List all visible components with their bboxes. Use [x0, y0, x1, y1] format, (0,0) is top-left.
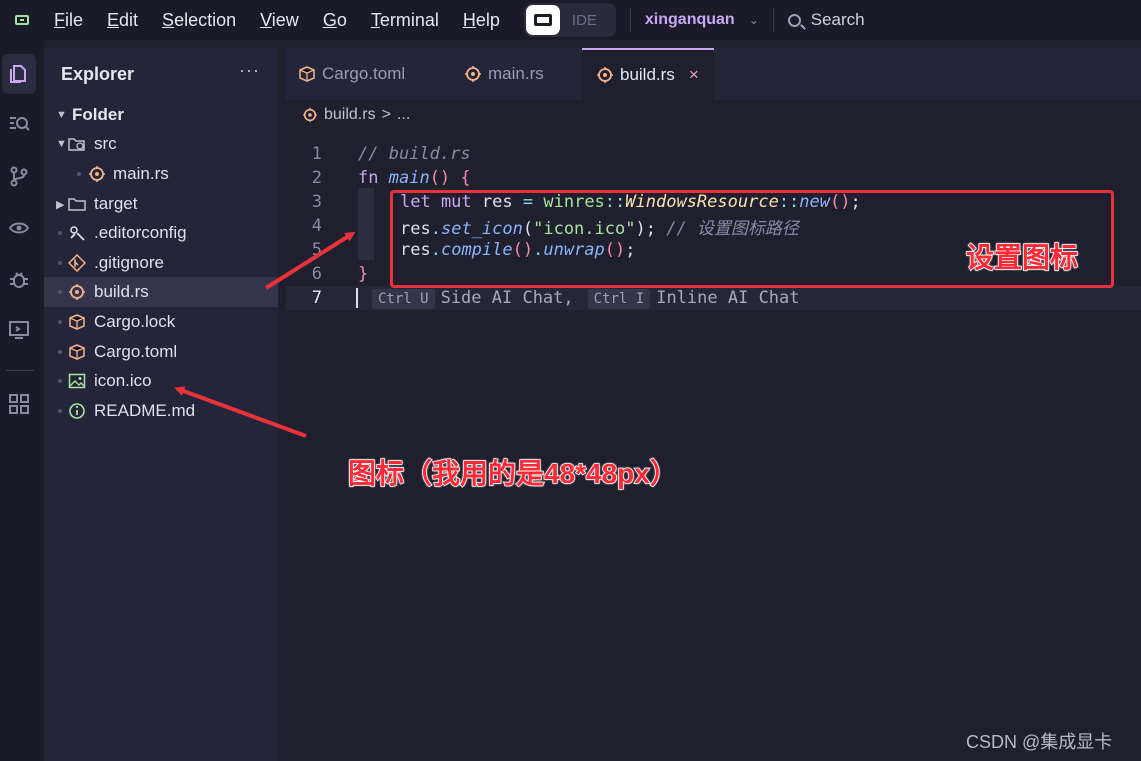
arrow-to-code: [264, 231, 356, 290]
watermark: CSDN @集成显卡: [966, 732, 1113, 752]
arrow-to-icon-file: [174, 386, 307, 438]
annotation-arrows: [174, 231, 356, 438]
